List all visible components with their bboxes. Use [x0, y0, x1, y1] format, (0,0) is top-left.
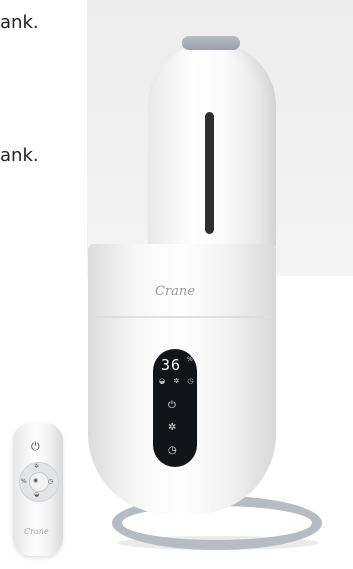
humidity-unit: % — [187, 356, 193, 363]
caption-line-2: ank. — [0, 145, 39, 166]
status-icons: ◒ ✲ ◷ — [159, 377, 197, 385]
remote-center-icon: ◉ — [33, 477, 39, 484]
remote-timer-icon[interactable]: ◷ — [48, 478, 53, 485]
remote-brand-logo: Crane — [24, 527, 49, 536]
tank-cap — [182, 36, 240, 50]
remote-center-button[interactable] — [29, 472, 49, 492]
remote-mist-icon[interactable]: ◒ — [34, 491, 39, 498]
water-level-window — [205, 112, 214, 234]
base-seam — [90, 316, 274, 318]
remote-power-icon[interactable]: ⏻ — [31, 440, 40, 454]
humidity-readout: 36 — [161, 356, 182, 374]
fan-icon[interactable]: ✲ — [168, 422, 176, 433]
remote-percent-icon[interactable]: % — [21, 478, 27, 485]
brand-logo: Crane — [155, 284, 195, 299]
remote-fan-icon[interactable]: ✲ — [34, 463, 39, 470]
caption-line-1: ank. — [0, 12, 39, 33]
power-icon[interactable]: ⏻ — [168, 400, 176, 411]
timer-icon[interactable]: ◷ — [168, 445, 177, 456]
